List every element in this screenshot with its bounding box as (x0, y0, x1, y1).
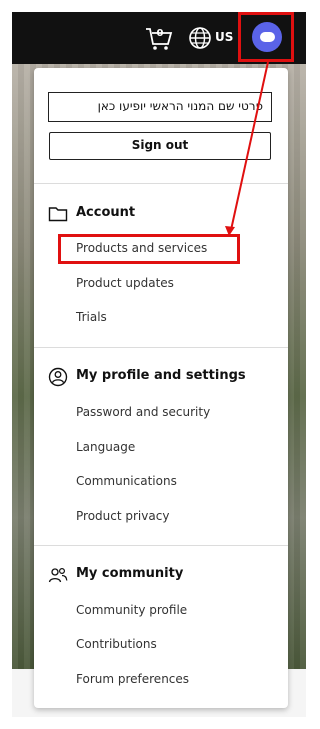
section-title: Account (76, 205, 136, 220)
menu-item-communications[interactable]: Communications (76, 474, 177, 488)
region-selector[interactable] (188, 26, 212, 50)
account-dropdown-menu: פרטי שם המנוי הראשי יופיעו כאן Sign out … (34, 68, 288, 708)
menu-item-contributions[interactable]: Contributions (76, 637, 157, 651)
menu-item-trials[interactable]: Trials (76, 310, 107, 324)
section-title: My profile and settings (76, 368, 246, 383)
menu-item-product-updates[interactable]: Product updates (76, 276, 174, 290)
menu-divider (34, 347, 288, 348)
avatar-highlight-box (238, 12, 294, 62)
people-icon (48, 567, 68, 583)
sign-out-button[interactable]: Sign out (49, 132, 271, 160)
cart-count-badge: 0 (156, 28, 164, 39)
menu-item-password-and-security[interactable]: Password and security (76, 405, 210, 419)
menu-item-language[interactable]: Language (76, 440, 135, 454)
user-circle-icon (48, 367, 68, 387)
section-title: My community (76, 566, 184, 581)
globe-icon (189, 27, 211, 49)
menu-item-forum-preferences[interactable]: Forum preferences (76, 672, 189, 686)
cart-button[interactable]: 0 (144, 26, 174, 52)
products-and-services-highlight-box (58, 234, 240, 264)
menu-item-product-privacy[interactable]: Product privacy (76, 509, 169, 523)
menu-item-community-profile[interactable]: Community profile (76, 603, 187, 617)
region-label[interactable]: US (215, 30, 233, 44)
folder-icon (48, 207, 68, 222)
account-name-field: פרטי שם המנוי הראשי יופיעו כאן (48, 92, 272, 122)
menu-divider (34, 183, 288, 184)
menu-divider (34, 545, 288, 546)
